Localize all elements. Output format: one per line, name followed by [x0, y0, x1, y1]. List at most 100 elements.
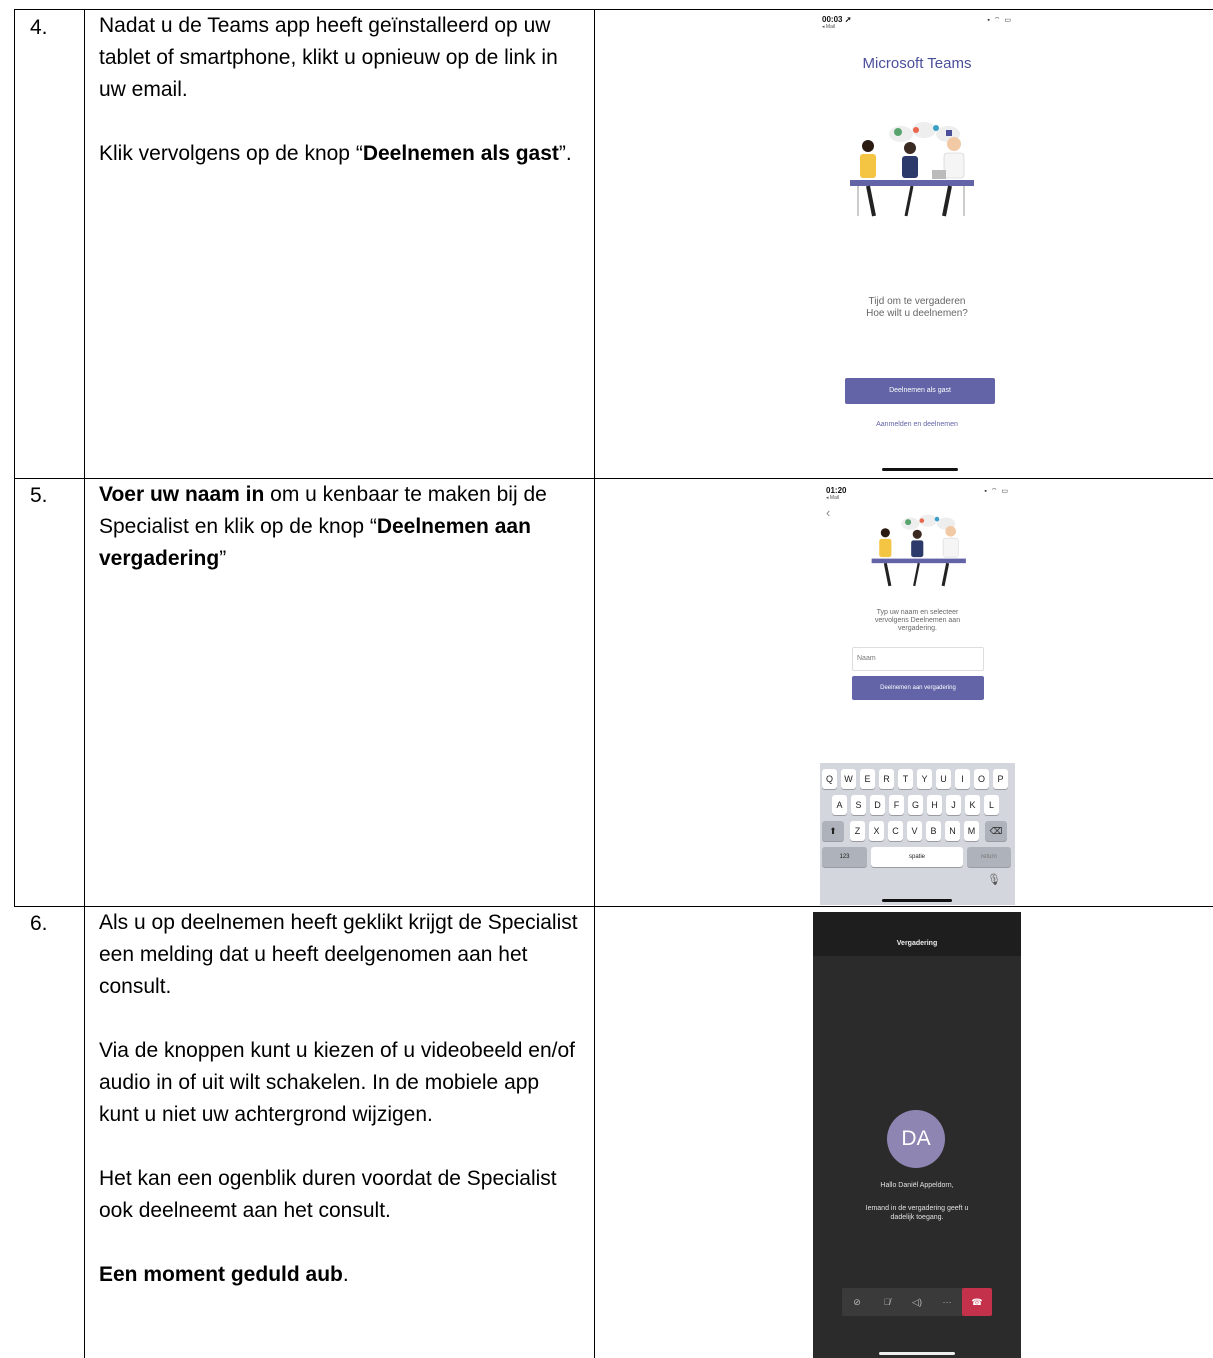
instruction-line-3: vergadering. — [898, 625, 937, 632]
text-run: Via de knoppen kunt u kiezen of u videob… — [99, 1039, 575, 1126]
home-indicator — [882, 899, 952, 902]
table-border-col2 — [594, 9, 595, 1358]
hang-up-icon[interactable]: ☎ — [962, 1288, 992, 1316]
backspace-key[interactable]: ⌫ — [985, 821, 1007, 841]
name-instruction: Typ uw naam en selecteer vervolgens Deel… — [820, 609, 1015, 633]
on-screen-keyboard: QWERTYUIOP ASDFGHJKL ⬆ ZXCVBNM ⌫ 123 spa… — [820, 763, 1015, 905]
enter-name-screenshot: 01:20 ◂ Mail ▪ ⌔ ▭ ‹ Typ uw naam en selec… — [820, 483, 1015, 905]
key-n[interactable]: N — [945, 821, 960, 841]
text-run: ” — [219, 547, 227, 570]
key-u[interactable]: U — [936, 769, 951, 789]
keyboard-row-2: ASDFGHJKL — [832, 795, 1003, 815]
key-c[interactable]: C — [888, 821, 903, 841]
step-number: 6. — [30, 912, 48, 935]
keyboard-row-4: 123 spatie return — [822, 847, 1015, 867]
mic-off-icon[interactable]: 🎙̸ — [872, 1288, 902, 1316]
key-o[interactable]: O — [974, 769, 989, 789]
key-v[interactable]: V — [907, 821, 922, 841]
greeting-text: Hallo Daniël Appeldorn, — [880, 1182, 954, 1189]
call-controls: ⊘ 🎙̸ ◁) ··· ☎ — [842, 1288, 992, 1316]
meeting-illustration — [871, 514, 966, 587]
waiting-line-2: dadelijk toegang. — [890, 1214, 944, 1221]
waiting-text: Iemand in de vergadering geeft u dadelij… — [813, 1204, 1021, 1222]
key-t[interactable]: T — [898, 769, 913, 789]
text-run: Nadat u de Teams app heeft geïnstalleerd… — [99, 14, 558, 101]
key-i[interactable]: I — [955, 769, 970, 789]
key-h[interactable]: H — [927, 795, 942, 815]
key-e[interactable]: E — [860, 769, 875, 789]
shift-key[interactable]: ⬆ — [822, 821, 844, 841]
space-key[interactable]: spatie — [871, 847, 963, 867]
call-header: Vergadering — [813, 912, 1021, 956]
numbers-key[interactable]: 123 — [822, 847, 867, 867]
bold-text: Een moment geduld aub — [99, 1263, 343, 1286]
key-y[interactable]: Y — [917, 769, 932, 789]
meeting-illustration — [850, 122, 974, 217]
status-time: 00:03 ➚ ◂ Mail — [822, 15, 852, 30]
step-text: Voer uw naam in om u kenbaar te maken bi… — [99, 479, 584, 607]
key-j[interactable]: J — [946, 795, 961, 815]
bold-text: Deelnemen als gast — [362, 142, 559, 165]
keyboard-row-3: ⬆ ZXCVBNM ⌫ — [822, 821, 1011, 841]
step-paragraph: Als u op deelnemen heeft geklikt krijgt … — [99, 907, 584, 1003]
key-w[interactable]: W — [841, 769, 856, 789]
key-z[interactable]: Z — [850, 821, 865, 841]
home-indicator — [879, 1352, 955, 1355]
step-paragraph: Klik vervolgens op de knop “Deelnemen al… — [99, 138, 584, 170]
keyboard-row-1: QWERTYUIOP — [822, 769, 1012, 789]
more-options-icon[interactable]: ··· — [932, 1288, 962, 1316]
step-paragraph: Nadat u de Teams app heeft geïnstalleerd… — [99, 10, 584, 106]
step-text: Als u op deelnemen heeft geklikt krijgt … — [99, 907, 584, 1323]
step-number: 5. — [30, 484, 48, 507]
key-p[interactable]: P — [993, 769, 1008, 789]
return-key[interactable]: return — [967, 847, 1011, 867]
status-icons: ▪ ⌔ ▭ — [987, 17, 1012, 24]
microphone-icon[interactable]: 🎙 — [987, 873, 1001, 886]
step-paragraph: Via de knoppen kunt u kiezen of u videob… — [99, 1035, 584, 1131]
name-input[interactable]: Naam — [852, 647, 984, 671]
key-a[interactable]: A — [832, 795, 847, 815]
text-run: Klik vervolgens op de knop “ — [99, 142, 363, 165]
key-s[interactable]: S — [851, 795, 866, 815]
back-chevron-icon[interactable]: ‹ — [826, 505, 830, 520]
meeting-lobby-screenshot: Vergadering DA Hallo Daniël Appeldorn, I… — [813, 912, 1021, 1358]
text-run: . — [342, 1263, 349, 1286]
prompt-line-2: Hoe wilt u deelnemen? — [866, 308, 968, 319]
bold-text: Voer uw naam in — [99, 483, 265, 506]
key-r[interactable]: R — [879, 769, 894, 789]
step-number: 4. — [30, 16, 48, 39]
sign-in-and-join-link[interactable]: Aanmelden en deelnemen — [810, 421, 1024, 428]
key-l[interactable]: L — [984, 795, 999, 815]
key-f[interactable]: F — [889, 795, 904, 815]
key-x[interactable]: X — [869, 821, 884, 841]
instruction-line-1: Typ uw naam en selecteer — [876, 609, 959, 616]
key-g[interactable]: G — [908, 795, 923, 815]
join-as-guest-button[interactable]: Deelnemen als gast — [845, 378, 995, 404]
status-time: 01:20 ◂ Mail — [826, 486, 847, 501]
join-meeting-button[interactable]: Deelnemen aan vergadering — [852, 676, 984, 700]
camera-off-icon[interactable]: ⊘ — [842, 1288, 872, 1316]
step-paragraph: Voer uw naam in om u kenbaar te maken bi… — [99, 479, 584, 575]
table-border-col1 — [84, 9, 85, 1358]
text-run: Het kan een ogenblik duren voordat de Sp… — [99, 1167, 557, 1222]
table-border-left — [14, 9, 15, 907]
prompt-line-1: Tijd om te vergaderen — [868, 296, 966, 307]
home-indicator — [882, 468, 958, 471]
text-run: ”. — [558, 142, 572, 165]
avatar: DA — [887, 1110, 945, 1168]
waiting-line-1: Iemand in de vergadering geeft u — [865, 1205, 969, 1212]
step-paragraph: Een moment geduld aub. — [99, 1259, 584, 1291]
key-k[interactable]: K — [965, 795, 980, 815]
step-text: Nadat u de Teams app heeft geïnstalleerd… — [99, 10, 584, 202]
status-icons: ▪ ⌔ ▭ — [984, 488, 1009, 495]
key-b[interactable]: B — [926, 821, 941, 841]
call-header-title: Vergadering — [896, 940, 938, 947]
key-m[interactable]: M — [964, 821, 979, 841]
speaker-icon[interactable]: ◁) — [902, 1288, 932, 1316]
meeting-prompt: Tijd om te vergaderen Hoe wilt u deelnem… — [810, 296, 1024, 320]
app-title: Microsoft Teams — [862, 55, 972, 72]
instruction-line-2: vervolgens Deelnemen aan — [874, 617, 961, 624]
teams-welcome-screenshot: 00:03 ➚ ◂ Mail ▪ ⌔ ▭ Microsoft Teams Tijd… — [810, 12, 1024, 474]
key-d[interactable]: D — [870, 795, 885, 815]
key-q[interactable]: Q — [822, 769, 837, 789]
